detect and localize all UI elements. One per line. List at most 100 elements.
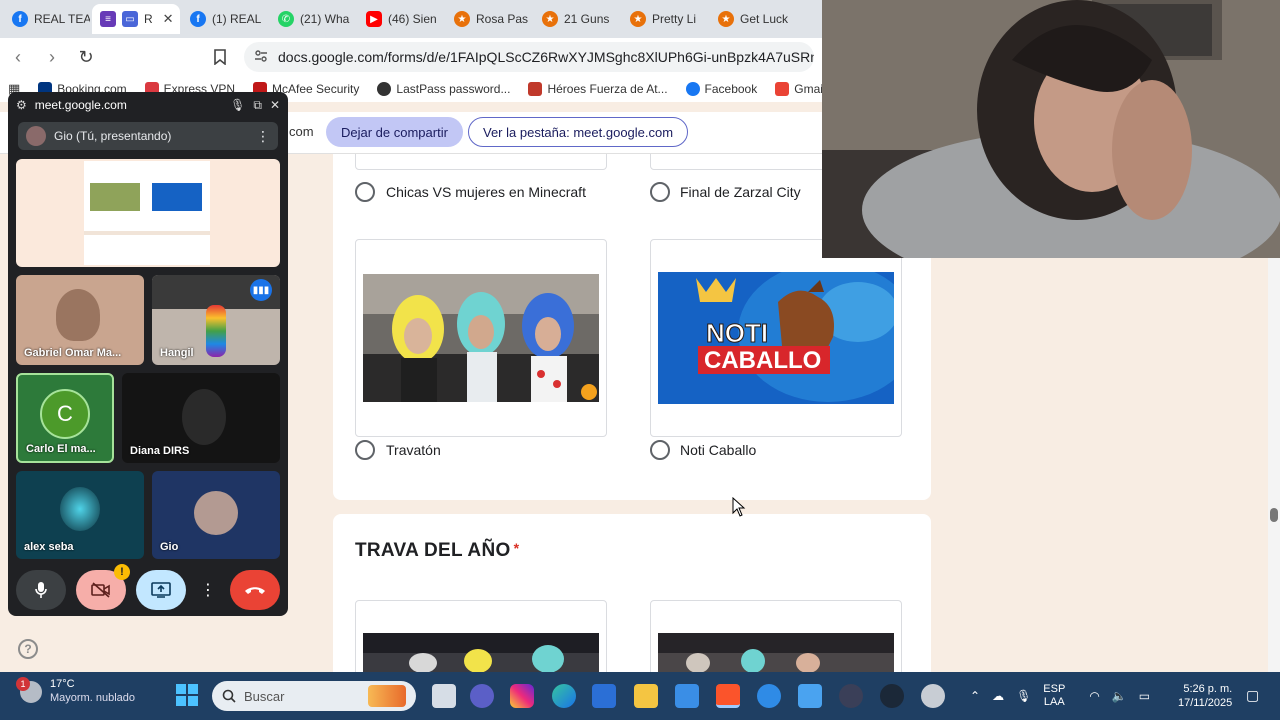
option-image-card[interactable] xyxy=(650,600,902,672)
brave-icon[interactable] xyxy=(716,684,740,708)
notepad-icon[interactable] xyxy=(798,684,822,708)
battery-icon[interactable]: ▭ xyxy=(1139,689,1150,703)
end-call-button[interactable] xyxy=(230,570,280,610)
media-player-icon[interactable] xyxy=(839,684,863,708)
radio-button[interactable] xyxy=(650,182,670,202)
browser-tab[interactable]: ★ Rosa Pas xyxy=(446,4,532,34)
microphone-icon[interactable]: 🎙 xyxy=(230,98,245,112)
weather-widget[interactable]: 1 17°C Mayorm. nublado xyxy=(16,676,135,705)
bookmark-lastpass[interactable]: LastPass password... xyxy=(377,82,510,96)
present-screen-button[interactable] xyxy=(136,570,186,610)
weather-description: Mayorm. nublado xyxy=(50,692,135,704)
language-indicator[interactable]: ESP LAA xyxy=(1043,683,1065,709)
browser-toolbar: ‹ › ↻ docs.google.com/forms/d/e/1FAIpQLS… xyxy=(0,38,822,76)
instagram-icon[interactable] xyxy=(510,684,534,708)
webcam-overlay xyxy=(822,0,1280,258)
option-image-card[interactable] xyxy=(355,600,607,672)
presenter-bar[interactable]: Gio (Tú, presentando) ⋮ xyxy=(18,122,278,150)
browser-tab[interactable]: ✆ (21) Wha xyxy=(270,4,356,34)
steam-icon[interactable] xyxy=(880,684,904,708)
browser-tab[interactable]: ▶ (46) Sien xyxy=(358,4,444,34)
option-label: Chicas VS mujeres en Minecraft xyxy=(386,184,586,200)
browser-tab[interactable]: ★ 21 Guns xyxy=(534,4,620,34)
file-explorer-icon[interactable] xyxy=(634,684,658,708)
bookmark-icon[interactable] xyxy=(210,47,230,67)
volume-icon[interactable]: 🔈 xyxy=(1112,689,1127,703)
site-info-icon[interactable] xyxy=(254,49,268,66)
participant-tile[interactable]: Gio xyxy=(152,471,280,559)
wifi-icon[interactable]: ◠ xyxy=(1089,689,1099,703)
presenter-label: Gio (Tú, presentando) xyxy=(54,129,172,143)
forms-icon: ≡ xyxy=(100,11,116,27)
browser-tab[interactable]: f (1) REAL xyxy=(182,4,268,34)
radio-button[interactable] xyxy=(355,440,375,460)
participant-tile[interactable]: alex seba xyxy=(16,471,144,559)
browser-tab[interactable]: ★ Get Luck xyxy=(710,4,796,34)
browser-tab-active[interactable]: ≡ ▭ R ✕ xyxy=(92,4,180,34)
radio-button[interactable] xyxy=(355,182,375,202)
option-card[interactable] xyxy=(355,154,607,170)
reload-icon[interactable]: ↻ xyxy=(76,47,96,67)
cloud-icon[interactable]: ☁ xyxy=(992,689,1004,703)
scrollbar-thumb[interactable] xyxy=(1270,508,1278,522)
participant-tile-active[interactable]: C Carlo El ma... xyxy=(16,373,114,463)
edge-icon[interactable] xyxy=(552,684,576,708)
taskbar-search[interactable]: Buscar xyxy=(212,681,416,711)
forward-arrow-icon[interactable]: › xyxy=(42,47,62,67)
more-options-button[interactable]: ⋮ xyxy=(196,570,220,610)
meet-pip-window: ⚙ meet.google.com 🎙 ⧉ ✕ Gio (Tú, present… xyxy=(8,92,288,616)
task-view-icon[interactable] xyxy=(432,684,456,708)
browser-tab[interactable]: ★ Pretty Li xyxy=(622,4,708,34)
view-tab-button[interactable]: Ver la pestaña: meet.google.com xyxy=(468,117,689,147)
noti-caballo-thumbnail: NOTI CABALLO xyxy=(658,272,894,404)
help-app-icon[interactable] xyxy=(757,684,781,708)
microphone-button[interactable] xyxy=(16,570,66,610)
pip-title: meet.google.com xyxy=(34,98,127,112)
mcafee-app-icon[interactable] xyxy=(675,684,699,708)
site-info-icon[interactable]: ⚙ xyxy=(16,98,27,112)
more-vert-icon: ⋮ xyxy=(200,582,216,599)
microphone-icon[interactable]: 🎙 xyxy=(1016,689,1031,703)
store-icon[interactable] xyxy=(592,684,616,708)
shield-icon: ★ xyxy=(630,11,646,27)
shield-icon: ★ xyxy=(454,11,470,27)
facebook-icon xyxy=(685,82,700,96)
clock[interactable]: 5:26 p. m. 17/11/2025 xyxy=(1178,682,1232,710)
camera-off-button[interactable]: ! xyxy=(76,564,130,610)
warning-badge: ! xyxy=(114,564,130,580)
browser-tab-bar: f REAL TEA ≡ ▭ R ✕ f (1) REAL ✆ (21) Wha… xyxy=(0,0,822,38)
participant-name: alex seba xyxy=(24,541,74,553)
option-image-card[interactable]: NOTI CABALLO xyxy=(650,239,902,437)
participant-name: Hangil xyxy=(160,347,194,359)
back-arrow-icon[interactable]: ‹ xyxy=(8,47,28,67)
participant-tile[interactable]: Diana DIRS xyxy=(122,373,280,463)
back-to-tab-icon[interactable]: ⧉ xyxy=(253,98,262,113)
address-bar[interactable]: docs.google.com/forms/d/e/1FAIpQLScCZ6Rw… xyxy=(244,42,814,72)
bookmark-facebook[interactable]: Facebook xyxy=(685,82,757,96)
close-tab-icon[interactable]: ✕ xyxy=(163,11,174,27)
participant-tile[interactable]: Gabriel Omar Ma... xyxy=(16,275,144,365)
stop-sharing-button[interactable]: Dejar de compartir xyxy=(326,117,463,147)
help-icon[interactable]: ? xyxy=(18,639,38,659)
bookmark-gmail[interactable]: Gmail xyxy=(775,82,822,96)
meet-app-icon[interactable] xyxy=(470,684,494,708)
notification-badge: 1 xyxy=(16,676,30,691)
participant-name: Diana DIRS xyxy=(130,445,190,457)
more-options-icon[interactable]: ⋮ xyxy=(256,128,270,145)
shared-screen-preview[interactable] xyxy=(16,159,280,267)
app-icon[interactable] xyxy=(921,684,945,708)
browser-tab[interactable]: f REAL TEA xyxy=(4,4,90,34)
participant-tile[interactable]: ▮▮▮ Hangil xyxy=(152,275,280,365)
option-image-card[interactable] xyxy=(355,239,607,437)
shield-icon: ★ xyxy=(542,11,558,27)
participant-name: Gio xyxy=(160,541,179,553)
notifications-icon[interactable]: ▢ xyxy=(1246,687,1259,704)
bookmark-heroes[interactable]: Héroes Fuerza de At... xyxy=(528,82,668,96)
close-icon[interactable]: ✕ xyxy=(270,98,280,112)
mouse-cursor-icon xyxy=(732,497,746,517)
participant-name: Carlo El ma... xyxy=(26,443,96,455)
participant-name: Gabriel Omar Ma... xyxy=(24,347,122,359)
windows-start-icon[interactable] xyxy=(176,684,198,706)
chevron-up-icon[interactable]: ⌃ xyxy=(970,689,980,703)
radio-button[interactable] xyxy=(650,440,670,460)
